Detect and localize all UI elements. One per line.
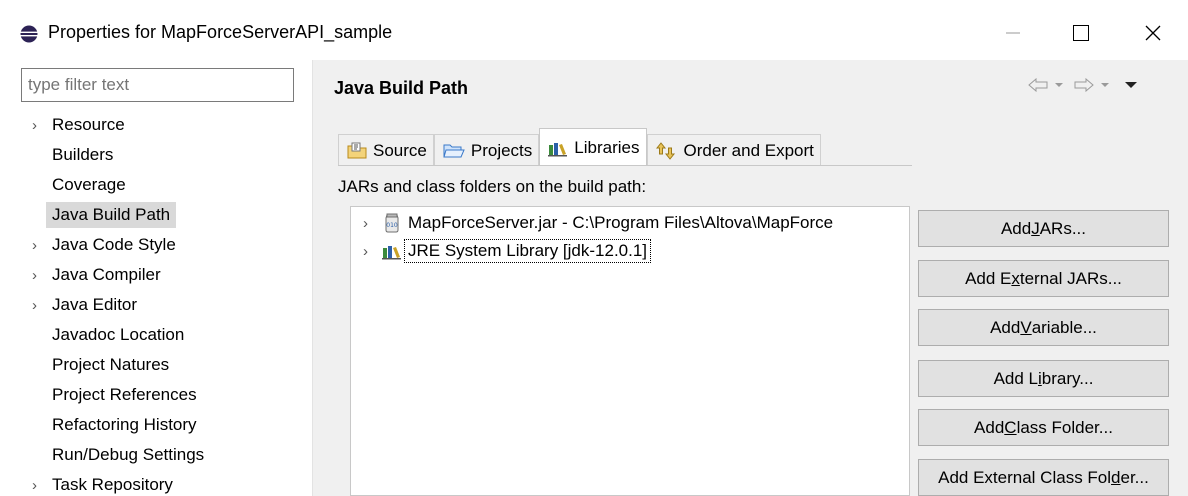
tree-item-builders[interactable]: Builders	[24, 140, 119, 170]
forward-dropdown-icon[interactable]	[1100, 81, 1110, 89]
tree-item-project-references[interactable]: Project References	[24, 380, 203, 410]
library-icon	[381, 241, 403, 261]
tree-item-label: Builders	[52, 145, 114, 164]
back-arrow-icon[interactable]	[1028, 78, 1048, 92]
tab-libraries[interactable]: Libraries	[539, 128, 647, 166]
build-path-list[interactable]: › 010 MapForceServer.jar - C:\Program Fi…	[350, 206, 910, 496]
tree-item-java-code-style[interactable]: › Java Code Style	[24, 230, 182, 260]
back-dropdown-icon[interactable]	[1054, 81, 1064, 89]
maximize-button[interactable]	[1058, 16, 1104, 50]
page-title: Java Build Path	[334, 78, 469, 98]
chevron-right-icon[interactable]: ›	[24, 117, 46, 134]
property-page: Java Build Path Source Projects Librarie…	[316, 60, 1188, 496]
jar-icon: 010	[381, 213, 403, 233]
tab-source[interactable]: Source	[338, 134, 434, 166]
add-class-folder-button[interactable]: Add Class Folder...	[918, 409, 1169, 446]
title-bar: Properties for MapForceServerAPI_sample	[0, 0, 1188, 64]
order-export-icon	[655, 141, 675, 160]
tree-item-label: Java Build Path	[46, 202, 177, 228]
add-library-button[interactable]: Add Li brary...	[918, 360, 1169, 397]
tree-item-label: Java Compiler	[52, 265, 161, 284]
tree-item-label: Java Editor	[52, 295, 138, 314]
tree-item-label: Project References	[52, 385, 197, 404]
tree-item-project-natures[interactable]: Project Natures	[24, 350, 175, 380]
page-header: Java Build Path	[316, 60, 1188, 114]
source-folder-icon	[347, 142, 367, 158]
minimize-icon	[1006, 32, 1020, 34]
close-button[interactable]	[1130, 16, 1176, 50]
tree-item-javadoc-location[interactable]: Javadoc Location	[24, 320, 190, 350]
tree-item-label: Run/Debug Settings	[52, 445, 205, 464]
tree-item-label: Project Natures	[52, 355, 170, 374]
minimize-button[interactable]	[990, 16, 1036, 50]
maximize-icon	[1073, 25, 1089, 41]
add-jars-button[interactable]: Add J ARs...	[918, 210, 1169, 247]
tree-item-refactoring-history[interactable]: Refactoring History	[24, 410, 203, 440]
list-item-label: MapForceServer.jar - C:\Program Files\Al…	[408, 213, 834, 232]
tree-item-label: Javadoc Location	[52, 325, 185, 344]
tree-item-label: Resource	[52, 115, 125, 134]
chevron-right-icon[interactable]: ›	[351, 215, 375, 232]
tab-label: Source	[373, 140, 427, 160]
chevron-right-icon[interactable]: ›	[24, 297, 46, 314]
close-icon	[1145, 25, 1161, 41]
eclipse-icon	[20, 25, 38, 43]
tree-item-label: Refactoring History	[52, 415, 197, 434]
libraries-icon	[548, 142, 568, 156]
tab-projects[interactable]: Projects	[433, 134, 540, 166]
tree-item-label: Task Repository	[52, 475, 173, 494]
tab-order-and-export[interactable]: Order and Export	[646, 134, 821, 166]
tree-item-java-build-path[interactable]: Java Build Path	[24, 200, 177, 230]
tree-item-label: Java Code Style	[52, 235, 176, 254]
tree-item-label: Coverage	[52, 175, 126, 194]
window-title: Properties for MapForceServerAPI_sample	[48, 22, 393, 42]
tree-item-java-editor[interactable]: › Java Editor	[24, 290, 143, 320]
forward-arrow-icon[interactable]	[1074, 78, 1094, 92]
tab-bar: Source Projects Libraries Order and Expo…	[338, 128, 821, 166]
view-menu-icon[interactable]	[1124, 80, 1138, 90]
tree-item-task-repository[interactable]: › Task Repository	[24, 470, 179, 496]
tree-item-java-compiler[interactable]: › Java Compiler	[24, 260, 167, 290]
add-external-jars-button[interactable]: Add Ex ternal JARs...	[918, 260, 1169, 297]
tab-label: Projects	[470, 140, 533, 160]
section-label: JARs and class folders on the build path…	[338, 177, 647, 196]
list-item-label: JRE System Library [jdk-12.0.1]	[403, 239, 652, 263]
history-nav	[1028, 78, 1138, 92]
tree-item-run-debug-settings[interactable]: Run/Debug Settings	[24, 440, 210, 470]
list-item-mapforce-jar[interactable]: › 010 MapForceServer.jar - C:\Program Fi…	[351, 209, 909, 237]
tab-label: Libraries	[574, 137, 640, 157]
add-external-class-folder-button[interactable]: Add External Class Fol d er...	[918, 459, 1169, 496]
projects-folder-icon	[443, 144, 465, 157]
filter-input[interactable]	[21, 68, 294, 102]
list-item-jre-system-library[interactable]: › JRE System Library [jdk-12.0.1]	[351, 237, 909, 265]
chevron-right-icon[interactable]: ›	[351, 243, 375, 260]
chevron-right-icon[interactable]: ›	[24, 237, 46, 254]
tab-label: Order and Export	[683, 140, 814, 160]
tree-item-resource[interactable]: › Resource	[24, 110, 131, 140]
chevron-right-icon[interactable]: ›	[24, 477, 46, 494]
tree-item-coverage[interactable]: Coverage	[24, 170, 132, 200]
chevron-right-icon[interactable]: ›	[24, 267, 46, 284]
svg-text:010: 010	[386, 222, 398, 229]
add-variable-button[interactable]: Add Variable...	[918, 309, 1169, 346]
